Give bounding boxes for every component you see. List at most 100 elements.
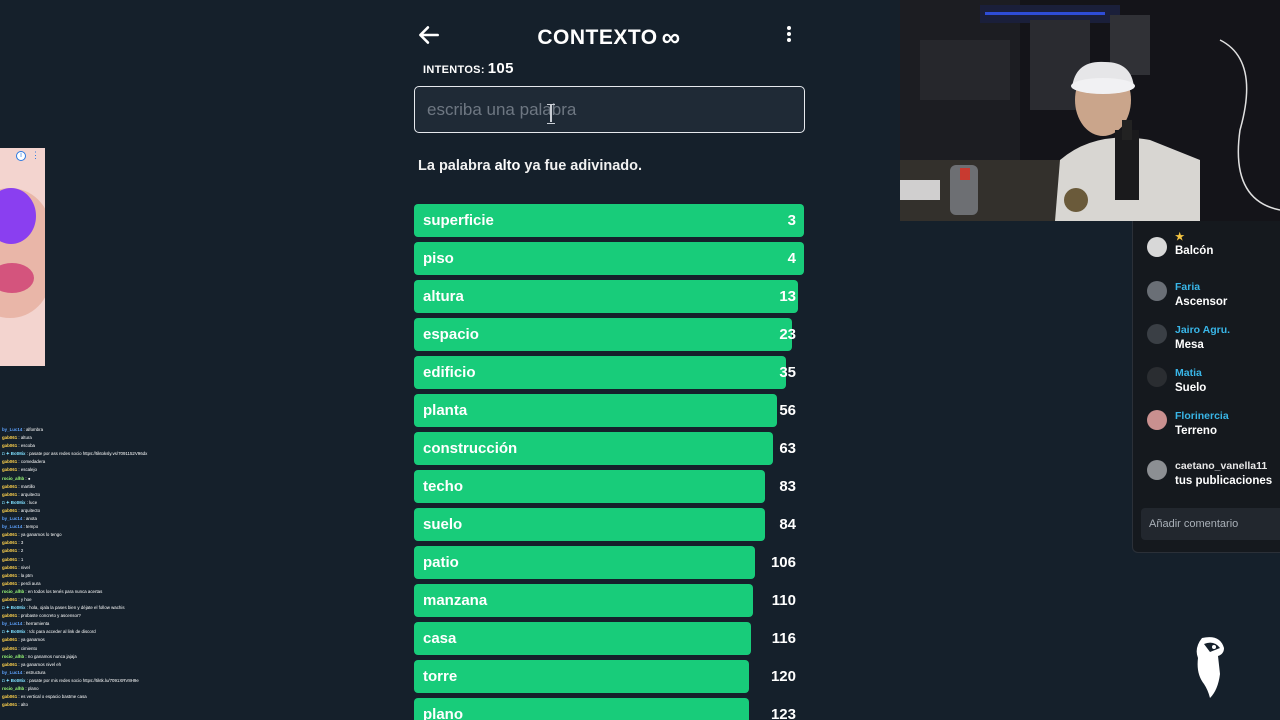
guess-rank: 56 (779, 402, 796, 419)
chat-username[interactable]: gab061 (2, 613, 17, 618)
chat-username[interactable]: by_Luc14 (2, 427, 22, 432)
chat-username[interactable]: gab061 (2, 435, 17, 440)
chat-username[interactable]: gab061 (2, 637, 17, 642)
ig-username[interactable]: Jairo Agru. (1175, 324, 1230, 336)
chat-username[interactable]: rocio_alhb (2, 654, 24, 659)
guess-row: techo 83 (414, 470, 804, 503)
chat-username[interactable]: gab061 (2, 694, 17, 699)
chat-message: gab061 : y hoe (2, 596, 32, 602)
message-prefix: La palabra (418, 158, 491, 174)
guess-rank: 13 (779, 288, 796, 305)
avatar[interactable] (1147, 281, 1167, 301)
chat-username[interactable]: gab061 (2, 467, 17, 472)
chat-username[interactable]: gab061 (2, 702, 17, 707)
chat-text: 3 (20, 540, 24, 546)
chat-text: la ptm (20, 572, 33, 578)
guess-rank: 106 (770, 554, 796, 571)
chat-username[interactable]: by_Luc14 (2, 670, 22, 675)
message-suffix: ya fue adivinado. (524, 158, 643, 174)
guess-word: techo (423, 478, 464, 495)
chat-message: gab061 : altura (2, 435, 32, 441)
chat-text: alfombra (25, 427, 44, 432)
ig-username[interactable]: Faria (1175, 281, 1200, 293)
chat-message: rocio_alhb : ● (2, 475, 31, 481)
chat-message: by_Luc14 : tempo (2, 524, 39, 530)
chat-username[interactable]: ◘ ✦ BotMix (2, 605, 25, 610)
chat-message: gab061 : 2 (2, 548, 24, 554)
game-header: CONTEXTO ∞ (414, 18, 804, 52)
chat-message: gab061 : arquitecto (2, 491, 41, 497)
guess-list: superficie 3 piso 4 altura 13 espacio 23 edifici… (414, 204, 804, 720)
chat-message: by_Luc14 : alfombra (2, 427, 44, 432)
chat-username[interactable]: rocio_alhb (2, 686, 24, 691)
chat-message: gab061 : ya ganamos lo tengo (2, 532, 62, 538)
chat-username[interactable]: ◘ ✦ BotMix (2, 451, 25, 456)
chat-username[interactable]: gab061 (2, 540, 17, 545)
guess-rank: 35 (779, 364, 796, 381)
chat-username[interactable]: ◘ ✦ BotMix (2, 678, 25, 683)
instagram-live-comments: Añadir comentario ★ Balcón Faria Ascensor Ja… (1132, 221, 1280, 553)
avatar[interactable] (1147, 410, 1167, 430)
chat-username[interactable]: ◘ ✦ BotMix (2, 500, 25, 505)
avatar[interactable] (1147, 237, 1167, 257)
avatar[interactable] (1147, 460, 1167, 480)
chat-username[interactable]: gab061 (2, 443, 17, 448)
chat-username[interactable]: gab061 (2, 548, 17, 553)
chat-username[interactable]: gab061 (2, 557, 17, 562)
chat-username[interactable]: by_Luc14 (2, 516, 22, 521)
add-comment-input[interactable]: Añadir comentario (1141, 508, 1280, 540)
closeness-bar (414, 470, 765, 503)
chat-username[interactable]: gab061 (2, 532, 17, 537)
infinity-icon: ∞ (661, 22, 681, 52)
ad-menu-icon[interactable]: ⋮ (31, 150, 40, 161)
closeness-bar (414, 660, 750, 693)
chat-username[interactable]: gab061 (2, 484, 17, 489)
word-input[interactable] (414, 86, 805, 133)
guess-word: torre (423, 668, 458, 685)
chat-username[interactable]: by_Luc14 (2, 621, 22, 626)
ig-username[interactable]: Matia (1175, 367, 1202, 379)
chat-username[interactable]: gab061 (2, 662, 17, 667)
chat-message: gab061 : escalejo (2, 467, 37, 473)
chat-message: ◘ ✦ BotMix : luce (2, 499, 38, 505)
closeness-bar (414, 698, 750, 720)
ig-comment-text: Suelo (1175, 382, 1207, 394)
guess-row: suelo 84 (414, 508, 804, 541)
chat-message: gab061 : arquitecto (2, 507, 41, 513)
guess-row: altura 13 (414, 280, 804, 313)
chat-username[interactable]: gab061 (2, 492, 17, 497)
chat-username[interactable]: gab061 (2, 581, 17, 586)
chat-username[interactable]: by_Luc14 (2, 524, 22, 529)
chat-username[interactable]: gab061 (2, 459, 17, 464)
chat-username[interactable]: gab061 (2, 597, 17, 602)
chat-username[interactable]: rocio_alhb (2, 589, 24, 594)
ig-comment-text: Ascensor (1175, 296, 1228, 308)
chat-text: en todos los tenés para nunca acertas (27, 588, 103, 594)
chat-username[interactable]: gab061 (2, 573, 17, 578)
chat-username[interactable]: gab061 (2, 508, 17, 513)
closeness-bar (414, 508, 765, 541)
kebab-menu-icon[interactable] (780, 24, 798, 46)
chat-message: gab061 : es vertical o espacio bastme ca… (2, 694, 87, 700)
ig-comment-text: Mesa (1175, 339, 1204, 351)
chat-username[interactable]: ◘ ✦ BotMix (2, 629, 25, 634)
chat-text: escoba (20, 443, 35, 449)
ig-username[interactable]: caetano_vanella11 (1175, 460, 1267, 472)
chat-username[interactable]: rocio_alhb (2, 476, 24, 481)
chat-text: cimiento (20, 645, 38, 651)
advertisement[interactable]: i ⋮ (0, 148, 45, 366)
chat-text: pasate por mis redes socio https://tiktk… (29, 677, 139, 683)
avatar[interactable] (1147, 324, 1167, 344)
guess-row: planta 56 (414, 394, 804, 427)
guess-word: casa (423, 630, 457, 647)
chat-username[interactable]: gab061 (2, 565, 17, 570)
guess-word: construcción (423, 440, 518, 457)
guess-row: espacio 23 (414, 318, 804, 351)
info-icon[interactable]: i (16, 151, 26, 161)
chat-text: ya ganamos lo tengo (20, 532, 62, 538)
chat-username[interactable]: gab061 (2, 646, 17, 651)
avatar[interactable] (1147, 367, 1167, 387)
guess-rank: 120 (770, 668, 796, 685)
ig-username[interactable]: Florinercia (1175, 410, 1229, 422)
ig-username[interactable]: ★ (1175, 231, 1184, 243)
